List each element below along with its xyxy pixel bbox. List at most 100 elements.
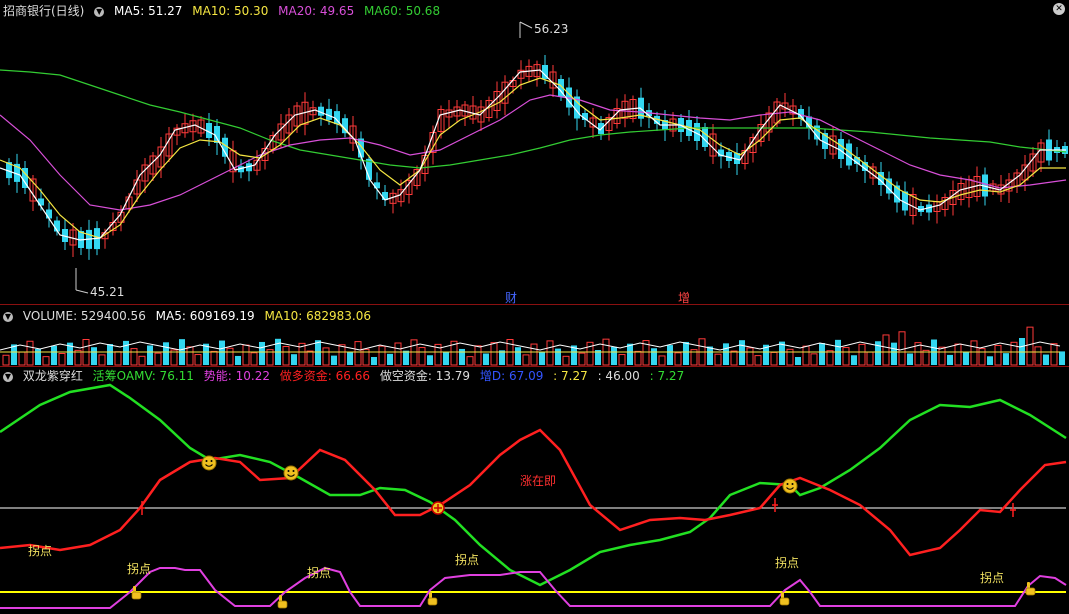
event-marker-increase: 增 (678, 291, 690, 305)
volume-bar (754, 355, 762, 366)
event-marker-financial: 财 (505, 291, 517, 305)
volume-bar (114, 351, 122, 366)
smiley-icon (201, 455, 217, 471)
volume-bar (746, 347, 754, 366)
volume-bar (1034, 346, 1042, 366)
volume-bar (98, 354, 106, 366)
volume-bar (739, 340, 745, 365)
volume-bar (810, 353, 818, 366)
volume-bar (627, 343, 633, 365)
volume-bar (578, 352, 586, 366)
volume-bar (483, 353, 489, 365)
volume-bar (651, 348, 657, 365)
volume-bar (403, 350, 409, 365)
candle-down (38, 198, 44, 206)
high-marker-arrow (519, 21, 533, 29)
volume-bar (130, 348, 138, 366)
volume-bar (163, 342, 169, 365)
chart-canvas: 56.2345.21 财增拐点拐点 拐点拐点 拐点拐点涨在即 (0, 21, 1068, 609)
volume-bar (186, 346, 194, 366)
smiley-icon (782, 478, 798, 494)
hand-pointer-palm (1025, 587, 1036, 596)
volume-bar (291, 354, 297, 365)
ma60-line (0, 69, 1067, 169)
volume-bar (282, 346, 290, 366)
volume-bar (338, 344, 346, 366)
volume-bar (371, 357, 377, 365)
smiley-eye (287, 470, 290, 472)
volume-bar (235, 355, 241, 365)
volume-bar (466, 356, 474, 366)
turning-point-label: 拐点 (28, 543, 52, 558)
volume-bar (802, 345, 810, 366)
volume-bar (499, 350, 505, 365)
volume-bar (634, 350, 642, 366)
volume-ma5-line (0, 341, 1061, 351)
volume-bar (459, 348, 465, 365)
volume-bar (851, 355, 857, 365)
volume-bar (963, 351, 969, 365)
volume-bar (978, 348, 986, 366)
smiley-eye (786, 483, 789, 485)
volume-bar (562, 355, 570, 366)
low-marker-arrow (75, 289, 89, 294)
volume-bar (658, 355, 666, 366)
smiley-eye (791, 483, 794, 485)
volume-bar (474, 345, 482, 366)
volume-bar (2, 354, 10, 366)
hand-pointer-palm (131, 591, 142, 600)
volume-bar (819, 343, 825, 365)
volume-bar (611, 346, 617, 365)
momentum-line (0, 566, 1067, 609)
turning-point-label: 拐点 (455, 552, 479, 567)
volume-bar (259, 341, 265, 365)
turning-point-label: 拐点 (980, 570, 1004, 585)
volume-bar (306, 350, 314, 366)
volume-bar (938, 346, 946, 366)
volume-bar (18, 351, 26, 366)
candle-down (46, 209, 52, 219)
volume-bar (683, 341, 689, 365)
volume-bar (418, 347, 426, 366)
volume-bar (443, 352, 449, 365)
volume-bar (354, 341, 362, 366)
volume-bar (315, 340, 321, 365)
volume-bar (954, 343, 962, 366)
volume-bar (770, 351, 778, 366)
volume-bar (987, 356, 993, 365)
volume-bar (707, 346, 713, 365)
volume-bar (387, 353, 393, 365)
volume-bar (74, 349, 82, 366)
smiley-eye (210, 460, 213, 462)
volume-bar (795, 357, 801, 365)
candle-down (702, 127, 708, 147)
volume-bar (331, 355, 337, 365)
volume-bar (546, 340, 554, 366)
volume-bar (226, 347, 234, 366)
volume-bar (107, 344, 113, 365)
volume-bar (1059, 351, 1065, 365)
volume-bar (674, 352, 682, 366)
volume-bar (194, 354, 202, 366)
volume-bar (138, 355, 146, 366)
volume-bar (1003, 353, 1009, 365)
volume-bar (866, 351, 874, 366)
volume-bar (898, 331, 906, 366)
turning-point-label: 拐点 (127, 561, 151, 576)
volume-bar (219, 340, 225, 365)
volume-bar (714, 353, 722, 366)
stock-chart-window: 招商银行(日线) ▼ MA5: 51.27 MA10: 50.30 MA20: … (0, 0, 1069, 614)
volume-bar (91, 347, 97, 365)
turning-point-label: 拐点 (775, 555, 799, 570)
hand-pointer-palm (779, 597, 790, 606)
volume-bar (882, 334, 890, 366)
hand-pointer-palm (277, 600, 288, 609)
hand-pointer-palm (427, 597, 438, 606)
volume-bar (58, 353, 66, 366)
volume-bar (427, 355, 433, 365)
volume-bar (378, 345, 386, 366)
ma5-line (0, 69, 1066, 241)
volume-bar (907, 353, 913, 365)
volume-bar (994, 344, 1002, 366)
volume-bar (250, 352, 258, 366)
